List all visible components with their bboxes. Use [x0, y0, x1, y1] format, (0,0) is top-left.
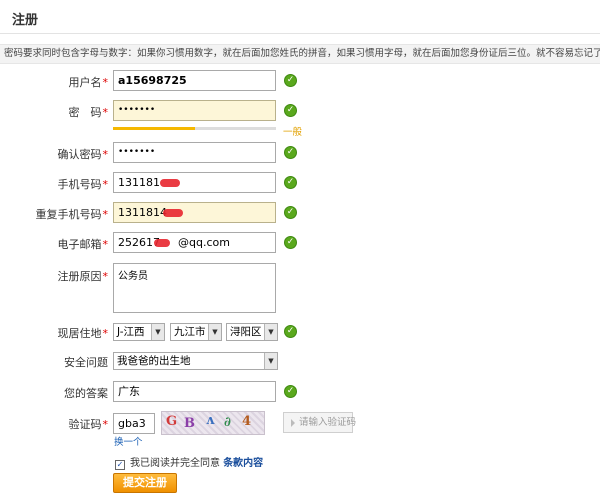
- password-strength-bar: [113, 127, 276, 130]
- play-icon: [291, 418, 295, 427]
- captcha-image[interactable]: G B ᴧ ∂ 4: [161, 411, 265, 435]
- phone-input[interactable]: 131181: [113, 172, 276, 193]
- captcha-input-button-label: 请输入验证码: [299, 417, 357, 428]
- phone-value: 131181: [118, 176, 160, 189]
- security-question-value: 我爸爸的出生地: [117, 355, 191, 367]
- password-hint: 密码要求同时包含字母与数字：如果你习惯用数字，就在后面加您姓氏的拼音，如果习惯用…: [0, 44, 600, 64]
- city-value: 九江市: [174, 326, 206, 338]
- reason-textarea[interactable]: 公务员: [113, 263, 276, 313]
- redaction-mark: [154, 239, 170, 247]
- answer-label: 您的答案: [64, 387, 108, 400]
- captcha-label: 验证码*: [68, 418, 109, 431]
- answer-input[interactable]: 广东: [113, 381, 276, 402]
- phone-repeat-input[interactable]: 1311814: [113, 202, 276, 223]
- agree-row: ✓ 我已阅读并完全同意 条款内容: [115, 454, 263, 470]
- password-ok-icon: ✓: [284, 104, 297, 117]
- username-input[interactable]: a15698725: [113, 70, 276, 91]
- province-value: J-江西: [117, 326, 145, 338]
- chevron-down-icon: ▼: [151, 324, 164, 340]
- redaction-mark: [160, 179, 180, 187]
- district-select[interactable]: 浔阳区 ▼: [226, 323, 278, 341]
- captcha-refresh-link[interactable]: 换一个: [114, 434, 143, 448]
- password-strength-label: 一般: [283, 127, 303, 138]
- password-input[interactable]: •••••••: [113, 100, 276, 121]
- security-question-label: 安全问题: [64, 356, 108, 369]
- chevron-down-icon: ▼: [264, 324, 277, 340]
- phone-ok-icon: ✓: [284, 176, 297, 189]
- chevron-down-icon: ▼: [208, 324, 221, 340]
- email-label: 电子邮箱*: [57, 238, 109, 251]
- phone-repeat-label: 重复手机号码*: [35, 208, 109, 221]
- phone-label: 手机号码*: [57, 178, 109, 191]
- answer-ok-icon: ✓: [284, 385, 297, 398]
- page-title: 注册: [12, 13, 39, 28]
- submit-button[interactable]: 提交注册: [113, 473, 177, 493]
- location-ok-icon: ✓: [284, 325, 297, 338]
- password-label: 密 码*: [68, 106, 109, 119]
- reason-label: 注册原因*: [57, 270, 109, 283]
- confirm-password-input[interactable]: •••••••: [113, 142, 276, 163]
- password-strength-fill: [113, 127, 195, 130]
- captcha-input[interactable]: gba3: [113, 413, 155, 434]
- city-select[interactable]: 九江市 ▼: [170, 323, 222, 341]
- location-label: 现居住地*: [57, 327, 109, 340]
- email-input[interactable]: 252617 @qq.com: [113, 232, 276, 253]
- email-ok-icon: ✓: [284, 236, 297, 249]
- username-ok-icon: ✓: [284, 74, 297, 87]
- security-question-select[interactable]: 我爸爸的出生地 ▼: [113, 352, 278, 370]
- email-value-suffix: @qq.com: [178, 236, 230, 249]
- captcha-input-button[interactable]: 请输入验证码: [283, 412, 357, 433]
- confirm-password-ok-icon: ✓: [284, 146, 297, 159]
- confirm-password-label: 确认密码*: [57, 148, 109, 161]
- phone-repeat-ok-icon: ✓: [284, 206, 297, 219]
- username-label: 用户名*: [68, 76, 109, 89]
- terms-link[interactable]: 条款内容: [223, 458, 263, 469]
- agree-text: 我已阅读并完全同意: [130, 458, 220, 469]
- chevron-down-icon: ▼: [264, 353, 277, 369]
- phone-repeat-value: 1311814: [118, 206, 167, 219]
- agree-checkbox[interactable]: ✓: [115, 460, 125, 470]
- district-value: 浔阳区: [230, 326, 262, 338]
- title-divider: [0, 33, 600, 34]
- province-select[interactable]: J-江西 ▼: [113, 323, 165, 341]
- redaction-mark: [163, 209, 183, 217]
